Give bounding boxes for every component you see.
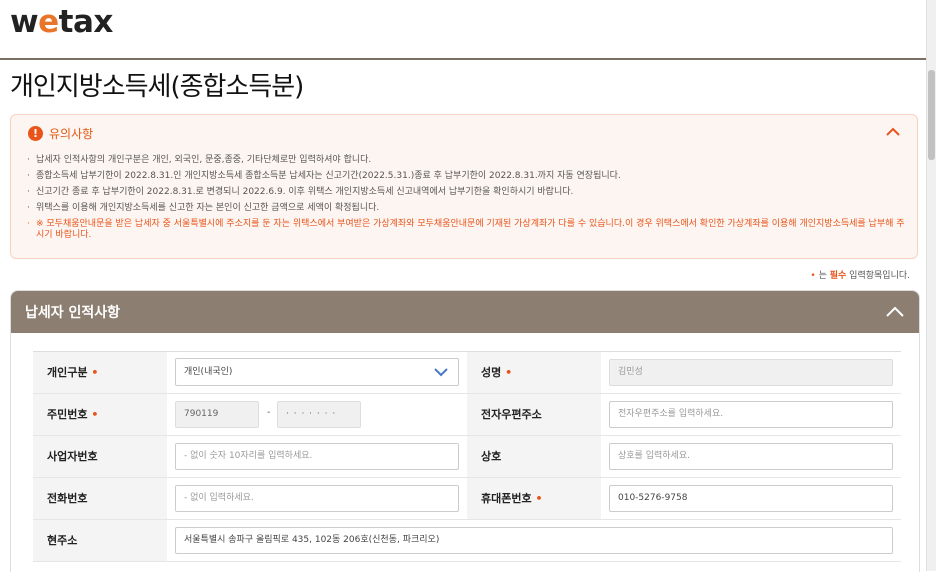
address-label: 현주소 xyxy=(33,520,167,561)
notice-title: 유의사항 xyxy=(49,127,94,141)
phone-field[interactable]: - 없이 입력하세요. xyxy=(175,485,459,512)
notice-item: 위택스를 이용해 개인지방소득세를 신고한 자는 본인이 신고한 금액으로 세액… xyxy=(27,200,907,216)
page-title: 개인지방소득세(종합소득분) xyxy=(10,72,304,102)
mobile-label: 휴대폰번호 • xyxy=(467,478,601,519)
email-label: 전자우편주소 xyxy=(467,394,601,435)
phone-label: 전화번호 xyxy=(33,478,167,519)
name-field: 김민성 xyxy=(609,359,893,386)
address-field[interactable]: 서울특별시 송파구 올림픽로 435, 102동 206호(신천동, 파크리오) xyxy=(175,527,893,554)
notice-item: 신고기간 종료 후 납부기한이 2022.8.31.로 변경되니 2022.6.… xyxy=(27,184,907,200)
rrn-back-field: · · · · · · · xyxy=(277,401,361,428)
company-field[interactable]: 상호를 입력하세요. xyxy=(609,443,893,470)
taxpayer-info-section: 납세자 인적사항 개인구분 • 개인(내국인) 성명 • 김민성 주민번호 • … xyxy=(10,290,920,572)
individual-type-label: 개인구분 • xyxy=(33,352,167,393)
wetax-logo[interactable]: wetax xyxy=(10,4,113,40)
required-note: • 는 필수 입력항목입니다. xyxy=(810,271,910,281)
mobile-field[interactable]: 010-5276-9758 xyxy=(609,485,893,512)
company-label: 상호 xyxy=(467,436,601,477)
scrollbar-thumb[interactable] xyxy=(928,70,935,160)
individual-type-select[interactable]: 개인(내국인) xyxy=(175,358,459,386)
page-scrollbar[interactable] xyxy=(926,0,936,571)
chevron-down-icon xyxy=(434,368,448,377)
email-field[interactable]: 전자우편주소를 입력하세요. xyxy=(609,401,893,428)
notice-warning: ※ 모두채움안내문을 받은 납세자 중 서울특별시에 주소지를 둔 자는 위택스… xyxy=(27,219,907,240)
notice-item: 납세자 인적사항의 개인구분은 개인, 외국인, 문중,종중, 기타단체로만 입… xyxy=(27,152,907,168)
biz-no-field[interactable]: - 없이 숫자 10자리를 입력하세요. xyxy=(175,443,459,470)
form-row: 현주소 서울특별시 송파구 올림픽로 435, 102동 206호(신천동, 파… xyxy=(33,520,901,562)
rrn-label: 주민번호 • xyxy=(33,394,167,435)
taxpayer-form: 개인구분 • 개인(내국인) 성명 • 김민성 주민번호 • 790119 - … xyxy=(33,351,901,562)
chevron-up-icon[interactable] xyxy=(885,125,901,139)
form-row: 전화번호 - 없이 입력하세요. 휴대폰번호 • 010-5276-9758 xyxy=(33,478,901,520)
rrn-separator: - xyxy=(267,407,271,418)
form-row: 개인구분 • 개인(내국인) 성명 • 김민성 xyxy=(33,352,901,394)
section-header[interactable]: 납세자 인적사항 xyxy=(11,291,919,333)
form-row: 사업자번호 - 없이 숫자 10자리를 입력하세요. 상호 상호를 입력하세요. xyxy=(33,436,901,478)
form-row: 주민번호 • 790119 - · · · · · · · 전자우편주소 전자우… xyxy=(33,394,901,436)
section-title: 납세자 인적사항 xyxy=(25,305,121,321)
alert-icon: ! xyxy=(28,126,43,141)
rrn-front-field: 790119 xyxy=(175,401,259,428)
chevron-up-icon[interactable] xyxy=(885,304,905,320)
biz-no-label: 사업자번호 xyxy=(33,436,167,477)
notice-list: 납세자 인적사항의 개인구분은 개인, 외국인, 문중,종중, 기타단체로만 입… xyxy=(27,152,907,240)
notice-header[interactable]: ! 유의사항 xyxy=(28,125,93,142)
name-label: 성명 • xyxy=(467,352,601,393)
site-header: wetax xyxy=(0,0,926,60)
notice-item: 종합소득세 납부기한이 2022.8.31.인 개인지방소득세 종합소득분 납세… xyxy=(27,168,907,184)
notice-panel: ! 유의사항 납세자 인적사항의 개인구분은 개인, 외국인, 문중,종중, 기… xyxy=(10,114,918,259)
